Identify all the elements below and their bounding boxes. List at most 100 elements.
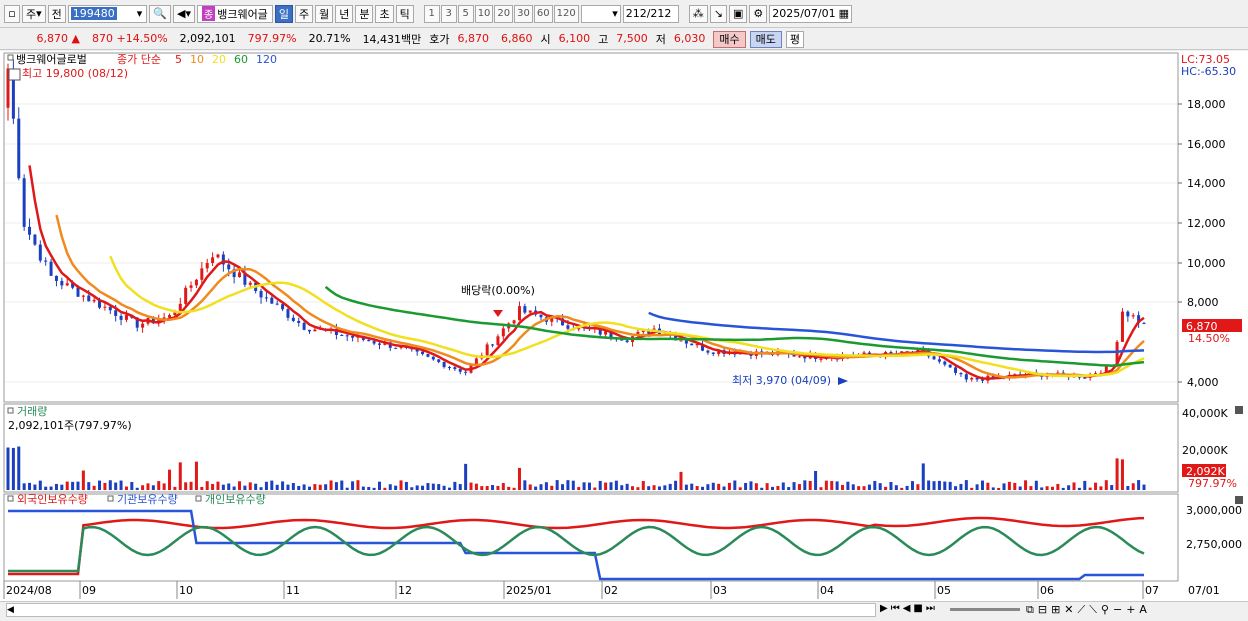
line-icon[interactable]: ⟍: [1089, 603, 1097, 617]
stock-code-value: 199480: [70, 7, 117, 20]
volume-bar: [329, 480, 333, 490]
stock-name-box[interactable]: 종 뱅크웨어글: [197, 4, 273, 23]
candle-body: [81, 295, 85, 297]
volume-bar: [754, 483, 758, 490]
magnifier-icon[interactable]: ⚲: [1101, 603, 1109, 617]
current-price: 6,870 ▲: [0, 32, 86, 45]
prev-button[interactable]: 전: [47, 4, 66, 23]
chart-area[interactable]: 뱅크웨어글로벌 종가 단순 5 10 20 60 120 최고 19,800 (08/1…: [0, 51, 1248, 601]
date-field[interactable]: 2025/07/01 ▦: [769, 4, 853, 23]
candle-body: [313, 329, 317, 332]
interval-select[interactable]: ▾: [580, 4, 621, 23]
volume-bar: [38, 480, 42, 490]
copy-icon[interactable]: ⧉: [1026, 603, 1034, 617]
settings-icon[interactable]: ⚙: [749, 4, 768, 23]
volume-bar: [512, 487, 516, 490]
interval-button-5[interactable]: 5: [457, 4, 474, 23]
volume-bar: [243, 485, 247, 490]
fast-forward-icon[interactable]: ⏭: [926, 603, 935, 614]
volume-bar: [65, 481, 69, 490]
stock-code-input[interactable]: 199480 ▾: [67, 4, 148, 23]
chart-canvas[interactable]: 뱅크웨어글로벌 종가 단순 5 10 20 60 120 최고 19,800 (08/1…: [0, 51, 1248, 601]
window-split-icon[interactable]: ⊟: [1038, 603, 1047, 617]
legend-stock-name: 뱅크웨어글로벌: [16, 53, 87, 66]
x-tick-label: 2024/08: [6, 584, 52, 597]
rewind-icon[interactable]: ⏮: [891, 603, 900, 614]
save-icon[interactable]: ▣: [728, 4, 748, 23]
candle-body: [485, 344, 489, 356]
period-tab-4[interactable]: 분: [355, 4, 374, 23]
volume-bar: [216, 481, 220, 490]
average-button[interactable]: 평: [785, 30, 805, 48]
zoom-slider[interactable]: [950, 608, 1020, 611]
x-tick-label: 12: [398, 584, 412, 597]
volume-bar: [491, 485, 495, 490]
volume-bar: [232, 486, 236, 490]
volume-bar: [738, 487, 742, 490]
high-note: 최고 19,800 (08/12): [22, 67, 128, 80]
search-icon[interactable]: 🔍: [149, 4, 172, 23]
x-tick-label: 06: [1040, 584, 1054, 597]
calendar-icon[interactable]: [8, 68, 21, 81]
market-type-select[interactable]: 주 ▾: [22, 4, 46, 23]
volume-bar: [954, 486, 958, 490]
volume-bar: [932, 481, 936, 490]
interval-button-3[interactable]: 3: [440, 4, 457, 23]
candle-body: [377, 343, 381, 345]
scroll-right-icon[interactable]: ▶: [880, 603, 888, 614]
volume-close-icon[interactable]: [1235, 406, 1243, 414]
interval-button-60[interactable]: 60: [533, 4, 553, 23]
stop-icon[interactable]: ■: [913, 603, 922, 614]
interval-button-10[interactable]: 10: [474, 4, 494, 23]
candle-body: [238, 272, 242, 278]
font-icon[interactable]: A: [1139, 603, 1147, 617]
count-field[interactable]: 212/212: [622, 4, 679, 23]
zoom-out-icon[interactable]: −: [1113, 603, 1122, 617]
volume-bar: [6, 447, 10, 490]
volume-bar: [114, 482, 118, 490]
interval-button-120[interactable]: 120: [553, 4, 579, 23]
period-tab-3[interactable]: 년: [335, 4, 354, 23]
draw-icon[interactable]: ↘: [709, 4, 727, 23]
period-tab-2[interactable]: 월: [315, 4, 334, 23]
candle-body: [76, 287, 80, 297]
trend-icon[interactable]: ⟋: [1078, 603, 1086, 617]
crosshair-icon[interactable]: ✕: [1064, 603, 1073, 617]
grid-icon[interactable]: ⊞: [1051, 603, 1060, 617]
volume-bar: [28, 482, 32, 490]
volume-bar: [200, 486, 204, 490]
speaker-icon[interactable]: ◀▾: [173, 4, 195, 23]
volume-bar: [905, 485, 909, 490]
period-tab-6[interactable]: 틱: [395, 4, 414, 23]
volume-bar: [797, 484, 801, 490]
period-tab-1[interactable]: 주: [294, 4, 314, 23]
period-tab-5[interactable]: 초: [375, 4, 394, 23]
interval-button-20[interactable]: 20: [494, 4, 514, 23]
x-axis-right-label: 07/01: [1188, 584, 1220, 597]
candle-body: [141, 323, 145, 328]
period-tab-0[interactable]: 일: [274, 4, 293, 23]
amount-value: 14,431백만: [362, 32, 422, 46]
zoom-in-icon[interactable]: +: [1126, 603, 1135, 617]
window-icon[interactable]: ▫: [4, 4, 20, 23]
candle-body: [367, 339, 371, 342]
volume-bar: [356, 480, 360, 490]
holding-close-icon[interactable]: [1235, 496, 1243, 504]
volume-bar: [318, 484, 322, 490]
candle-body: [60, 280, 64, 286]
play-back-icon[interactable]: ◀: [903, 603, 911, 614]
sell-button[interactable]: 매도: [749, 30, 782, 48]
scroll-left-icon[interactable]: ◀: [7, 604, 17, 616]
candle-body: [512, 320, 516, 324]
buy-button[interactable]: 매수: [713, 30, 746, 48]
interval-button-30[interactable]: 30: [514, 4, 533, 23]
volume-bar: [1045, 486, 1049, 490]
horizontal-scrollbar[interactable]: ◀: [6, 603, 876, 617]
candle-body: [28, 226, 32, 235]
link-icon[interactable]: ⁂: [688, 4, 708, 23]
interval-button-1[interactable]: 1: [423, 4, 440, 23]
volume-bar: [60, 484, 64, 490]
volume-bar: [17, 446, 21, 490]
volume-bar: [437, 484, 441, 490]
volume-bar: [248, 482, 252, 490]
